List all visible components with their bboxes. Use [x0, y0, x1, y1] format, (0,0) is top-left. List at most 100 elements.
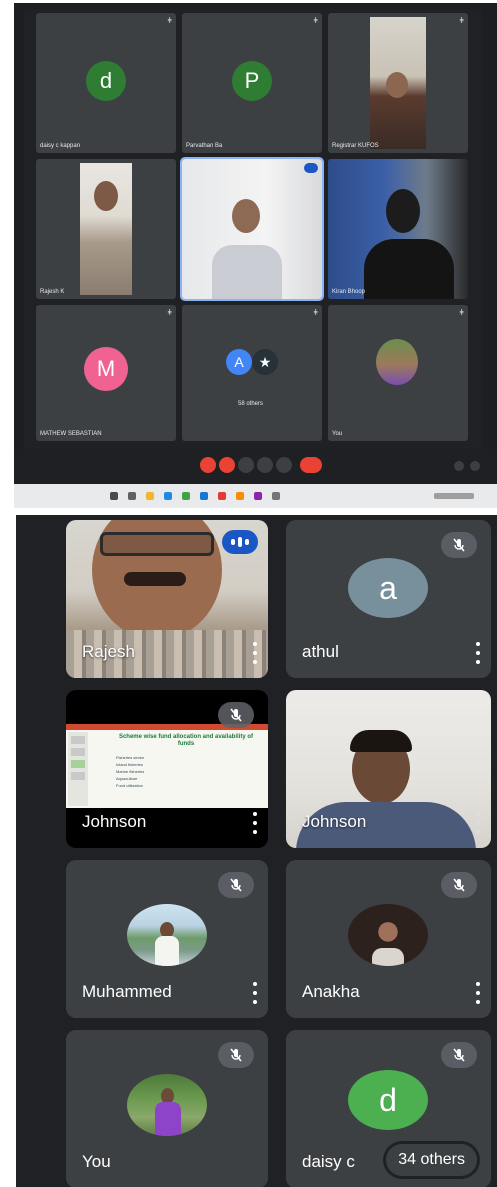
participant-name: Rajesh K	[40, 289, 65, 295]
laptop-tile-mathew[interactable]: ǂ M MATHEW SEBASTIAN	[36, 305, 176, 441]
avatar	[348, 904, 428, 966]
search-icon[interactable]	[128, 492, 136, 500]
participant-video	[80, 163, 132, 295]
mic-off-icon: ǂ	[167, 308, 172, 317]
mic-off-icon[interactable]	[200, 457, 216, 473]
avatar	[127, 904, 207, 966]
participant-name: Aji Jose	[186, 289, 208, 295]
participant-name: daisy c	[302, 1152, 355, 1171]
participant-name: Parvathan Ba	[186, 143, 223, 149]
mic-off-icon	[218, 702, 254, 728]
avatar: d	[86, 61, 126, 101]
laptop-tile-others[interactable]: ǂ A ★ 58 others	[182, 305, 322, 441]
participant-name: 58 others	[238, 401, 264, 407]
start-icon[interactable]	[110, 492, 118, 500]
participant-name: You	[332, 431, 343, 437]
participant-video	[328, 159, 468, 299]
more-vert-icon[interactable]	[475, 642, 481, 664]
chat-icon[interactable]	[470, 461, 480, 471]
mic-off-icon	[441, 1042, 477, 1068]
more-vert-icon[interactable]	[252, 812, 258, 834]
camera-off-icon[interactable]	[219, 457, 235, 473]
end-call-icon[interactable]	[300, 457, 322, 473]
captions-icon[interactable]	[238, 457, 254, 473]
slide-bullet: Aquaculture	[116, 776, 138, 781]
participant-name: Kiran Bhoop	[332, 289, 366, 295]
laptop-tile-daisy[interactable]: ǂ d daisy c kappan	[36, 13, 176, 153]
system-tray	[434, 493, 474, 499]
laptop-tile-registrar[interactable]: ǂ Registrar KUFOS	[328, 13, 468, 153]
more-vert-icon[interactable]	[475, 982, 481, 1004]
chrome-icon[interactable]	[218, 492, 226, 500]
participant-name: You	[82, 1152, 111, 1171]
slide-bullet: Fund utilisation	[116, 783, 143, 788]
mic-off-icon	[441, 532, 477, 558]
avatar: M	[84, 347, 128, 391]
others-count-button[interactable]: 34 others	[386, 1144, 477, 1176]
tile-johnson-presentation[interactable]: Scheme wise fund allocation and availabi…	[66, 690, 268, 848]
tile-rajesh[interactable]: Rajesh	[66, 520, 268, 678]
tile-daisy[interactable]: d daisy c 34 others	[286, 1030, 491, 1187]
tile-muhammed[interactable]: Muhammed	[66, 860, 268, 1018]
app-icon[interactable]	[254, 492, 262, 500]
app-icon[interactable]	[272, 492, 280, 500]
edge-icon[interactable]	[164, 492, 172, 500]
present-icon[interactable]	[257, 457, 273, 473]
participant-name: Johnson	[82, 812, 147, 831]
laptop-tile-you[interactable]: ǂ You	[328, 305, 468, 441]
meeting-control-bar	[14, 449, 497, 484]
mic-off-icon: ǂ	[167, 16, 172, 25]
tile-athul[interactable]: a athul	[286, 520, 491, 678]
laptop-meet-grid: ǂ d daisy c kappan ǂ P Parvathan Ba ǂ Re…	[24, 9, 482, 455]
participant-name: Rajesh	[82, 642, 135, 661]
more-vert-icon[interactable]	[475, 812, 481, 834]
more-vert-icon[interactable]	[252, 642, 258, 664]
avatar: a	[348, 558, 428, 618]
mic-off-icon: ǂ	[459, 308, 464, 317]
phone-meet-grid: Rajesh a athul Scheme wise fund allocati…	[16, 515, 497, 1187]
avatar	[127, 1074, 207, 1136]
avatar: d	[348, 1070, 428, 1130]
participant-video	[182, 159, 322, 299]
slide-bullet: Inland fisheries	[116, 762, 143, 767]
laptop-tile-parvathan[interactable]: ǂ P Parvathan Ba	[182, 13, 322, 153]
people-icon[interactable]	[454, 461, 464, 471]
laptop-tile-kiran[interactable]: ǂ Kiran Bhoop	[328, 159, 468, 299]
mic-off-icon: ǂ	[313, 308, 318, 317]
mic-off-icon: ǂ	[313, 16, 318, 25]
more-vert-icon[interactable]	[276, 457, 292, 473]
tile-johnson-camera[interactable]: Johnson	[286, 690, 491, 848]
os-taskbar	[14, 484, 497, 508]
slide-bullet: Marine fisheries	[116, 769, 145, 774]
participant-name: Johnson	[302, 812, 367, 831]
more-vert-icon[interactable]	[252, 982, 258, 1004]
powerpoint-icon[interactable]	[236, 492, 244, 500]
mic-off-icon	[441, 872, 477, 898]
avatar: P	[232, 61, 272, 101]
speaking-indicator-icon	[222, 530, 258, 554]
mic-off-icon	[218, 872, 254, 898]
slide-bullet: Fisheries sector	[116, 755, 145, 760]
laptop-tile-aji-jose[interactable]: Aji Jose	[180, 157, 324, 301]
presentation-slide: Scheme wise fund allocation and availabi…	[66, 724, 268, 808]
participant-name: Muhammed	[82, 982, 172, 1001]
participant-name: MATHEW SEBASTIAN	[40, 431, 102, 437]
participant-name: Registrar KUFOS	[332, 143, 379, 149]
word-icon[interactable]	[200, 492, 208, 500]
mic-off-icon	[218, 1042, 254, 1068]
laptop-tile-rajesh[interactable]: Rajesh K	[36, 159, 176, 299]
avatar: A	[226, 349, 252, 375]
tile-you[interactable]: You	[66, 1030, 268, 1187]
folder-icon[interactable]	[146, 492, 154, 500]
participant-video	[370, 17, 426, 149]
participant-name: daisy c kappan	[40, 143, 81, 149]
tile-anakha[interactable]: Anakha	[286, 860, 491, 1018]
slide-title: Scheme wise fund allocation and availabi…	[118, 734, 254, 747]
participant-name: Anakha	[302, 982, 360, 1001]
speaking-indicator-icon	[304, 163, 318, 173]
app-icon[interactable]	[182, 492, 190, 500]
laptop-meet-screenshot: ǂ d daisy c kappan ǂ P Parvathan Ba ǂ Re…	[14, 3, 497, 508]
avatar: ★	[252, 349, 278, 375]
participant-name: athul	[302, 642, 339, 661]
avatar	[376, 339, 418, 385]
